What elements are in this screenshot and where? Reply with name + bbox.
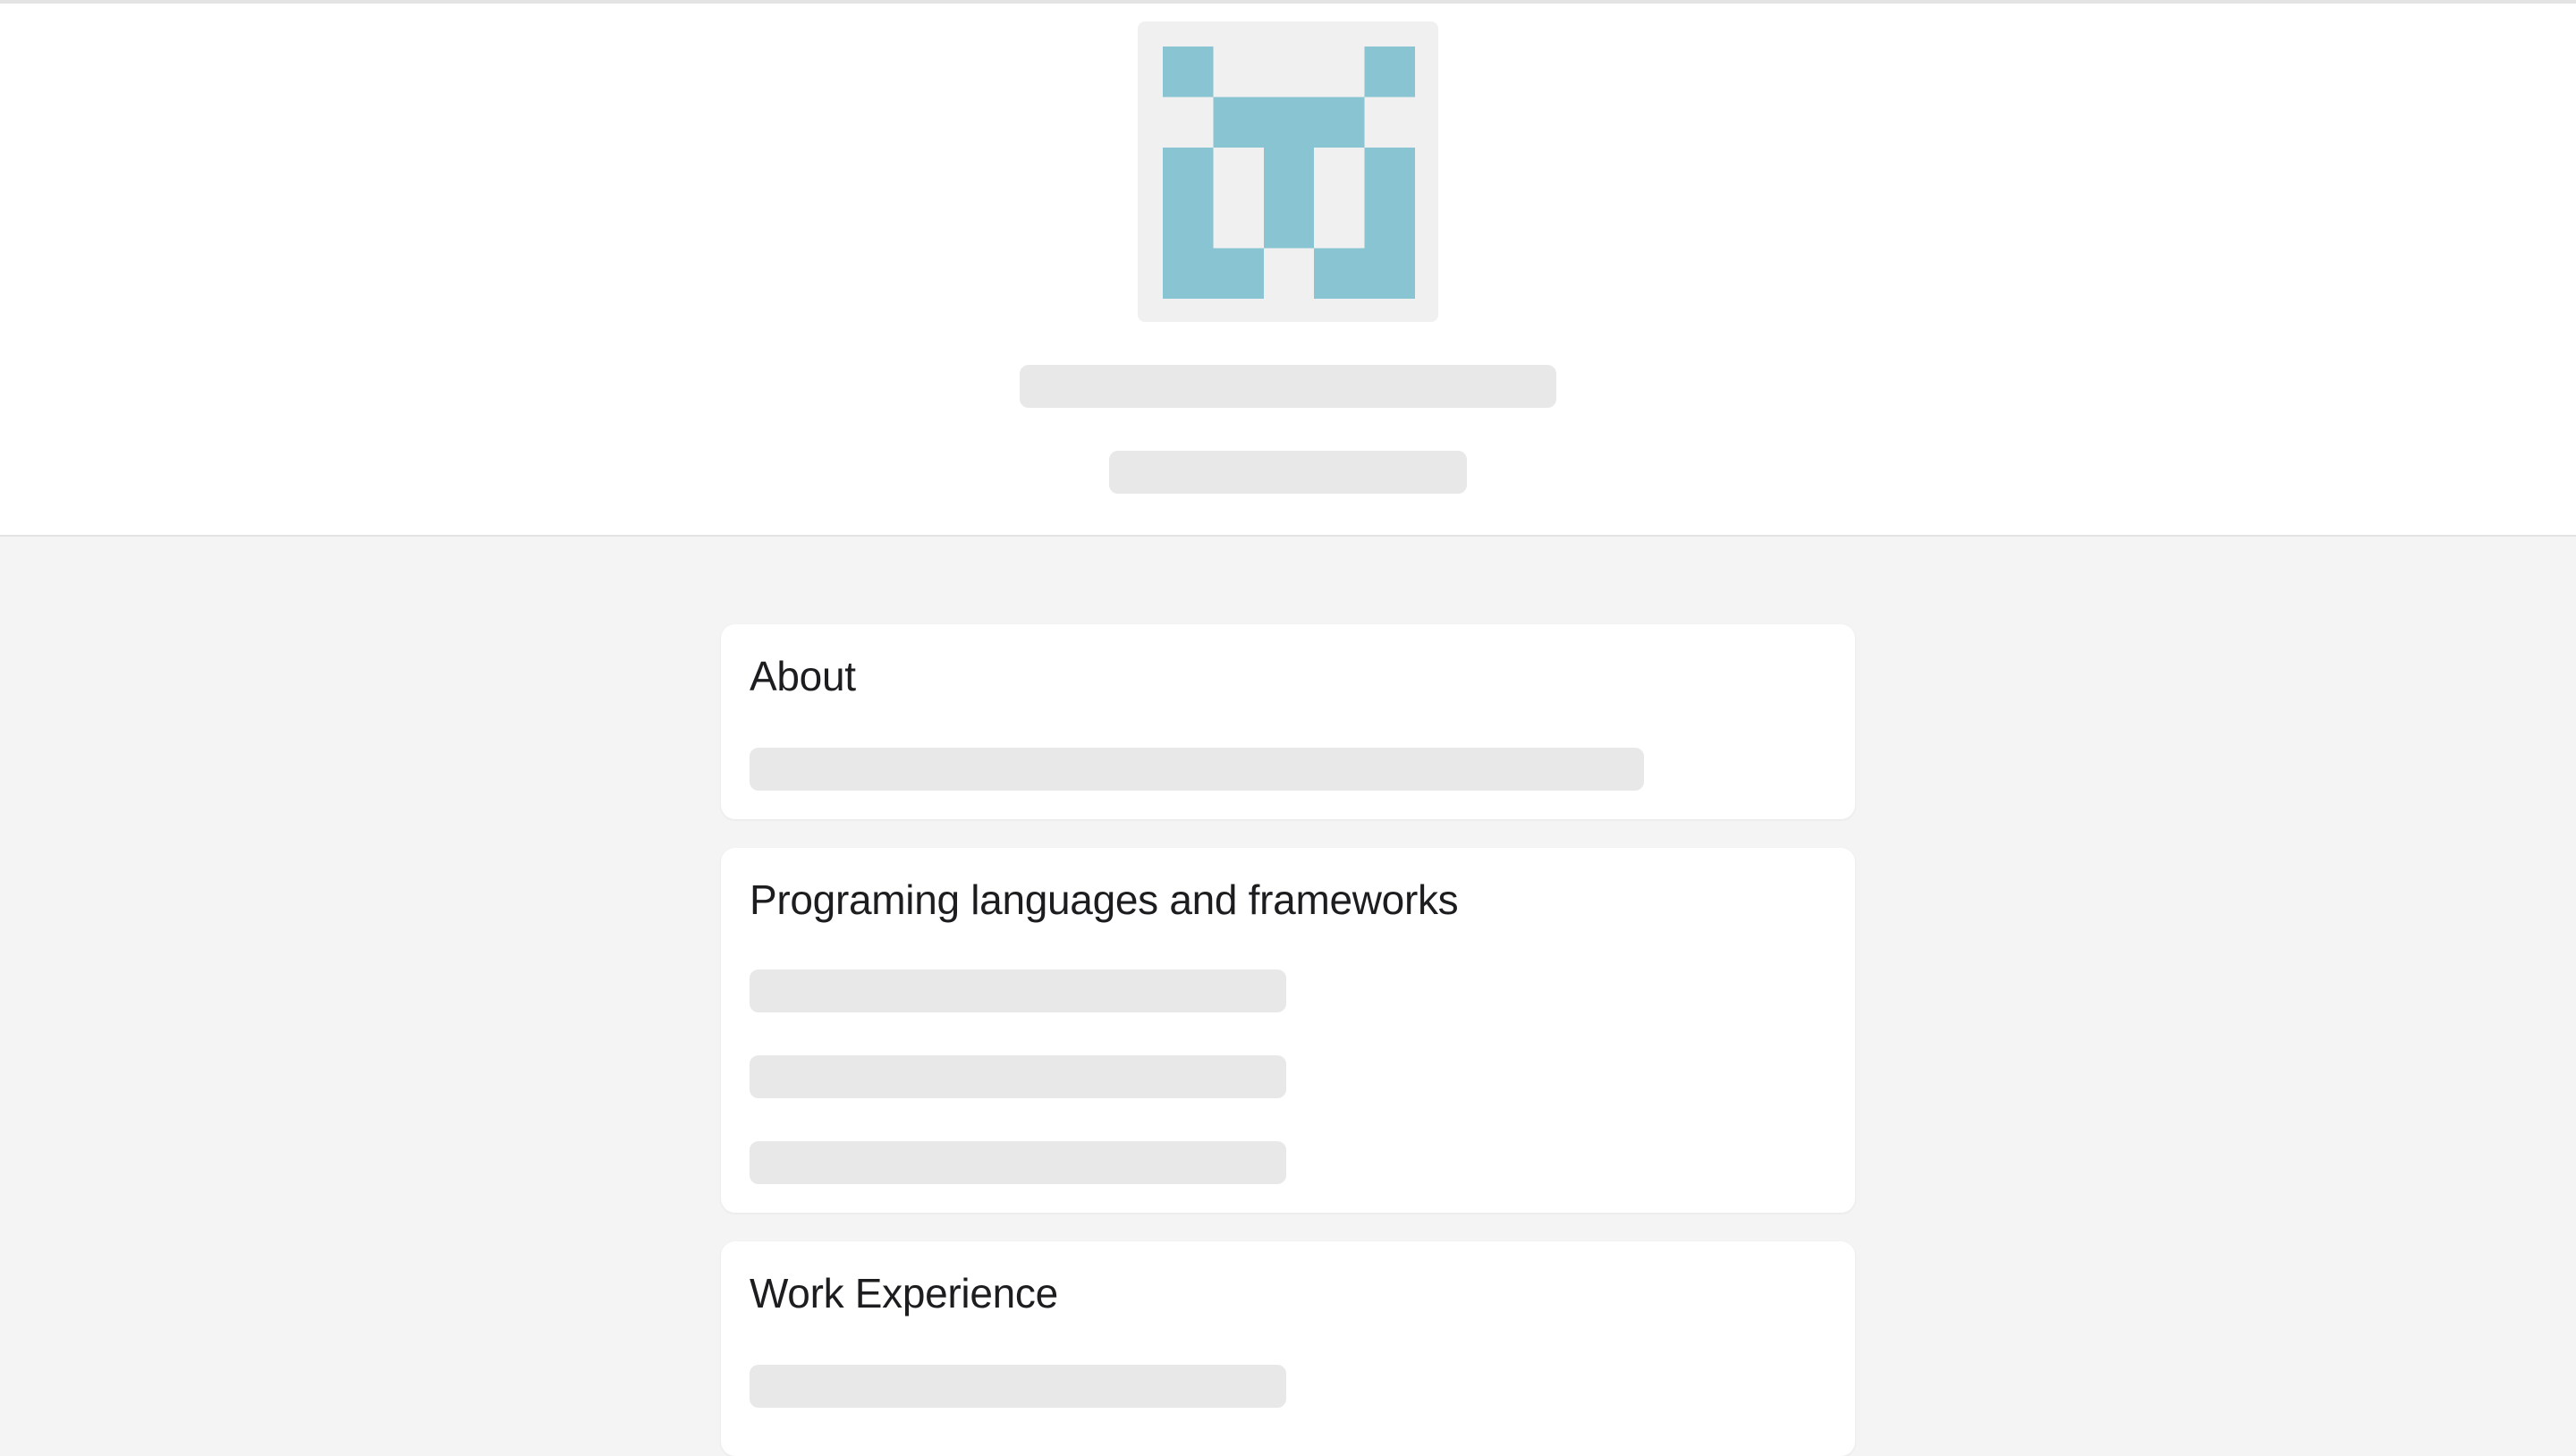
profile-name-placeholder bbox=[1020, 365, 1556, 408]
language-item-placeholder bbox=[750, 1141, 1286, 1184]
section-title-languages: Programing languages and frameworks bbox=[750, 876, 1459, 923]
languages-card: Programing languages and frameworks bbox=[721, 848, 1855, 1213]
about-card: About bbox=[721, 624, 1855, 819]
profile-header bbox=[0, 4, 2576, 537]
work-experience-card: Work Experience bbox=[721, 1241, 1855, 1456]
work-item-placeholder bbox=[750, 1365, 1286, 1408]
profile-subtitle-placeholder bbox=[1109, 451, 1467, 494]
language-item-placeholder bbox=[750, 1055, 1286, 1098]
section-title-about: About bbox=[750, 653, 856, 699]
about-text-placeholder bbox=[750, 748, 1644, 791]
section-title-work-experience: Work Experience bbox=[750, 1270, 1058, 1316]
language-item-placeholder bbox=[750, 969, 1286, 1012]
avatar bbox=[1138, 21, 1438, 322]
identicon-avatar-icon bbox=[1163, 47, 1415, 299]
